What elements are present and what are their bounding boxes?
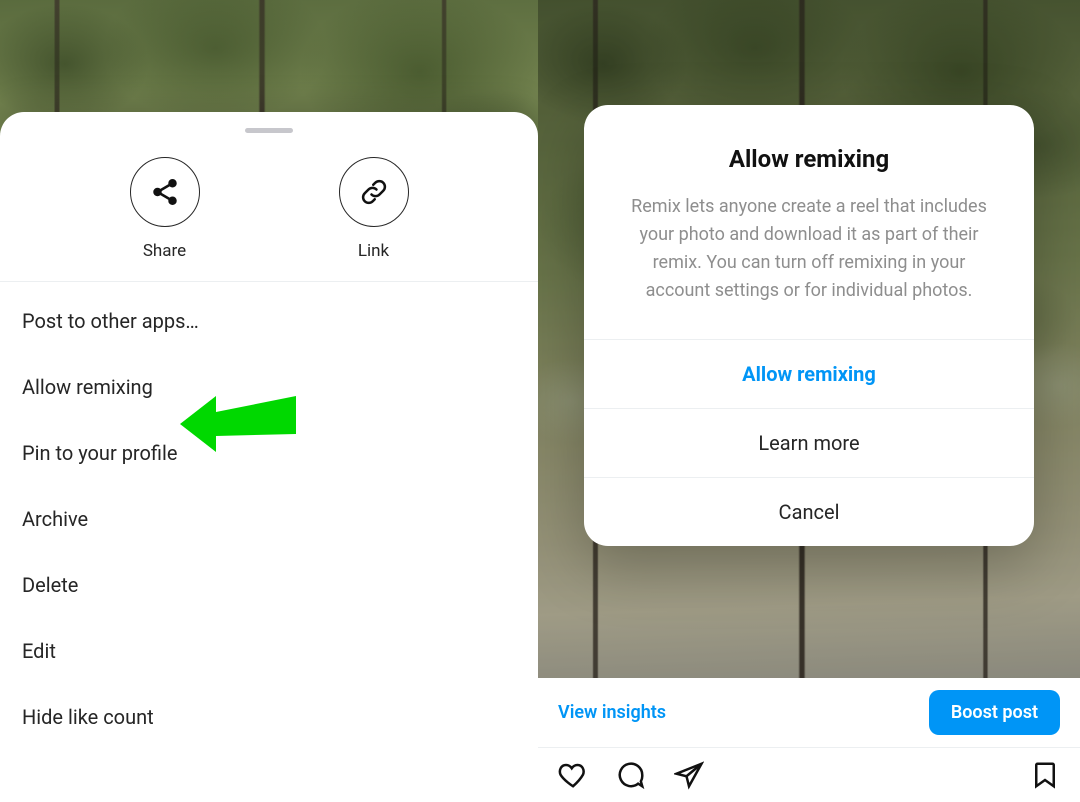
sheet-menu: Post to other apps… Allow remixing Pin t…: [0, 282, 538, 750]
dialog-title: Allow remixing: [622, 145, 996, 173]
menu-pin-profile[interactable]: Pin to your profile: [0, 420, 538, 486]
post-actions-left: [558, 760, 704, 794]
comment-icon: [616, 760, 646, 790]
share-icon: [150, 177, 180, 207]
save-button[interactable]: [1030, 760, 1060, 794]
sheet-grabber[interactable]: [245, 128, 293, 133]
dialog-allow-remixing-button[interactable]: Allow remixing: [584, 339, 1034, 408]
left-panel: Share Link Post to other apps… Allow rem…: [0, 0, 538, 802]
link-button[interactable]: [339, 157, 409, 227]
bookmark-icon: [1030, 760, 1060, 790]
share-action[interactable]: Share: [130, 157, 200, 261]
menu-hide-like-count[interactable]: Hide like count: [0, 684, 538, 750]
allow-remixing-dialog: Allow remixing Remix lets anyone create …: [584, 105, 1034, 546]
dialog-body: Allow remixing Remix lets anyone create …: [584, 105, 1034, 339]
post-action-bar: View insights Boost post: [538, 678, 1080, 802]
link-action[interactable]: Link: [339, 157, 409, 261]
share-button[interactable]: [130, 157, 200, 227]
right-panel: Allow remixing Remix lets anyone create …: [538, 0, 1080, 802]
share-dm-button[interactable]: [674, 760, 704, 794]
link-label: Link: [358, 241, 389, 261]
comment-button[interactable]: [616, 760, 646, 794]
bottom-sheet: Share Link Post to other apps… Allow rem…: [0, 112, 538, 802]
quick-actions-row: Share Link: [0, 139, 538, 282]
paper-plane-icon: [674, 760, 704, 790]
dialog-description: Remix lets anyone create a reel that inc…: [622, 193, 996, 305]
view-insights-link[interactable]: View insights: [558, 702, 666, 723]
menu-edit[interactable]: Edit: [0, 618, 538, 684]
menu-archive[interactable]: Archive: [0, 486, 538, 552]
menu-delete[interactable]: Delete: [0, 552, 538, 618]
dialog-learn-more-button[interactable]: Learn more: [584, 408, 1034, 477]
menu-post-other-apps[interactable]: Post to other apps…: [0, 288, 538, 354]
heart-icon: [558, 760, 588, 790]
dialog-cancel-button[interactable]: Cancel: [584, 477, 1034, 546]
like-button[interactable]: [558, 760, 588, 794]
link-icon: [359, 177, 389, 207]
insights-row: View insights Boost post: [538, 678, 1080, 748]
menu-allow-remixing[interactable]: Allow remixing: [0, 354, 538, 420]
share-label: Share: [143, 241, 186, 261]
boost-post-button[interactable]: Boost post: [929, 690, 1060, 735]
post-actions-row: [538, 748, 1080, 802]
